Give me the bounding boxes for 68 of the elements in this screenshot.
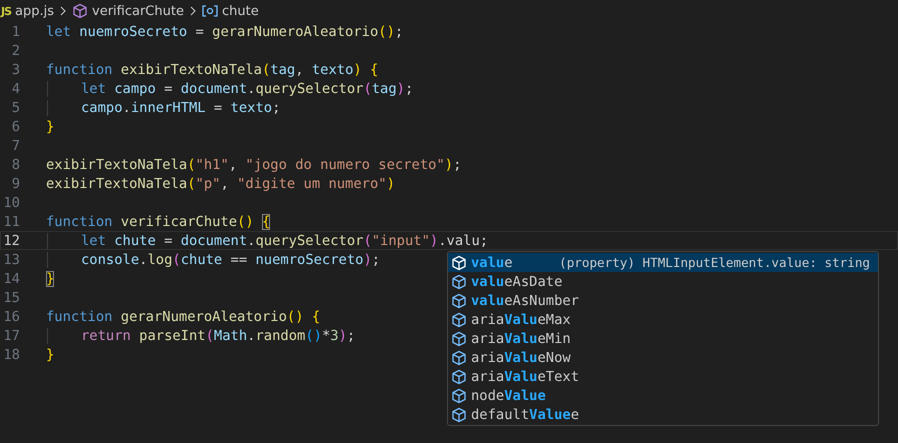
suggestion-label: ariaValueMin	[471, 330, 571, 346]
line-number: 7	[10, 138, 20, 154]
suggestion-item[interactable]: ariaValueMax	[448, 310, 878, 329]
line-number: 17	[2, 328, 20, 344]
property-icon	[451, 254, 467, 270]
suggestion-item[interactable]: ariaValueMin	[448, 329, 878, 348]
property-icon	[451, 368, 467, 384]
line-number: 2	[10, 42, 20, 58]
property-icon	[451, 312, 467, 328]
line-number: 10	[2, 194, 20, 210]
suggestion-item[interactable]: valueAsDate	[448, 272, 878, 291]
property-icon	[451, 274, 467, 290]
method-icon	[72, 3, 88, 19]
suggestion-detail: (property) HTMLInputElement.value: string	[559, 255, 870, 270]
line-number: 4	[10, 80, 20, 96]
line-number: 6	[10, 118, 20, 134]
property-icon	[451, 388, 467, 404]
suggestion-label: value	[471, 254, 513, 270]
line-number: 3	[10, 62, 20, 78]
code-line: campo.innerHTML = texto;	[81, 100, 280, 116]
code-line: exibirTextoNaTela("h1", "jogo do numero secreto");	[46, 156, 462, 172]
line-number: 14	[2, 270, 20, 286]
breadcrumb-item[interactable]: verificarChute	[92, 4, 184, 18]
line-number: 18	[2, 346, 20, 362]
line-number: 1	[10, 24, 20, 40]
breadcrumb-item[interactable]: app.js	[15, 4, 54, 18]
line-number: 11	[2, 214, 20, 230]
suggestion-label: valueAsNumber	[471, 292, 579, 308]
line-number: 5	[10, 100, 20, 116]
property-icon	[451, 330, 467, 346]
suggestion-item[interactable]: defaultValuee	[448, 405, 878, 424]
code-line: function verificarChute() {	[46, 214, 270, 230]
suggestion-item[interactable]: valueAsNumber	[448, 291, 878, 310]
suggestion-item[interactable]: ariaValueText	[448, 367, 878, 386]
code-line: console.log(chute == nuemroSecreto);	[81, 252, 380, 268]
code-line: let campo = document.querySelector(tag);	[81, 80, 414, 96]
code-line: let nuemroSecreto = gerarNumeroAleatorio();	[46, 24, 404, 40]
code-line: let chute = document.querySelector("input").valu;	[81, 232, 488, 248]
code-line: return parseInt(Math.random()*3);	[81, 328, 356, 344]
property-icon	[451, 406, 467, 422]
line-number: 12	[2, 232, 20, 248]
code-line: }	[46, 270, 54, 286]
suggestion-label: valueAsDate	[471, 274, 562, 290]
suggestion-label: defaultValuee	[471, 406, 580, 422]
property-icon	[451, 292, 467, 308]
suggestion-label: nodeValue	[471, 388, 546, 404]
chevron-icon	[188, 5, 198, 17]
variable-icon	[202, 5, 218, 17]
code-line: function exibirTextoNaTela(tag, texto) {	[46, 62, 378, 78]
suggestion-label: ariaValueNow	[471, 350, 571, 366]
line-number: 8	[10, 156, 20, 172]
suggestion-label: ariaValueText	[471, 368, 580, 384]
code-line: function gerarNumeroAleatorio() {	[46, 308, 320, 324]
line-number: 13	[2, 252, 20, 268]
line-number: 16	[2, 308, 20, 324]
code-line: }	[46, 118, 54, 134]
suggestion-item[interactable]: value (property) HTMLInputElement.value: string	[448, 253, 878, 272]
line-number: 9	[10, 176, 20, 192]
javascript-file-icon: JS	[1, 4, 12, 18]
code-line: }	[46, 346, 54, 362]
line-number: 15	[2, 290, 20, 306]
suggestion-item[interactable]: nodeValue	[448, 386, 878, 405]
suggestion-item[interactable]: ariaValueNow	[448, 348, 878, 367]
property-icon	[451, 350, 467, 366]
breadcrumb-item[interactable]: chute	[222, 4, 259, 18]
suggestion-label: ariaValueMax	[471, 312, 571, 328]
chevron-icon	[58, 5, 68, 17]
code-line: exibirTextoNaTela("p", "digite um numero")	[46, 176, 395, 192]
